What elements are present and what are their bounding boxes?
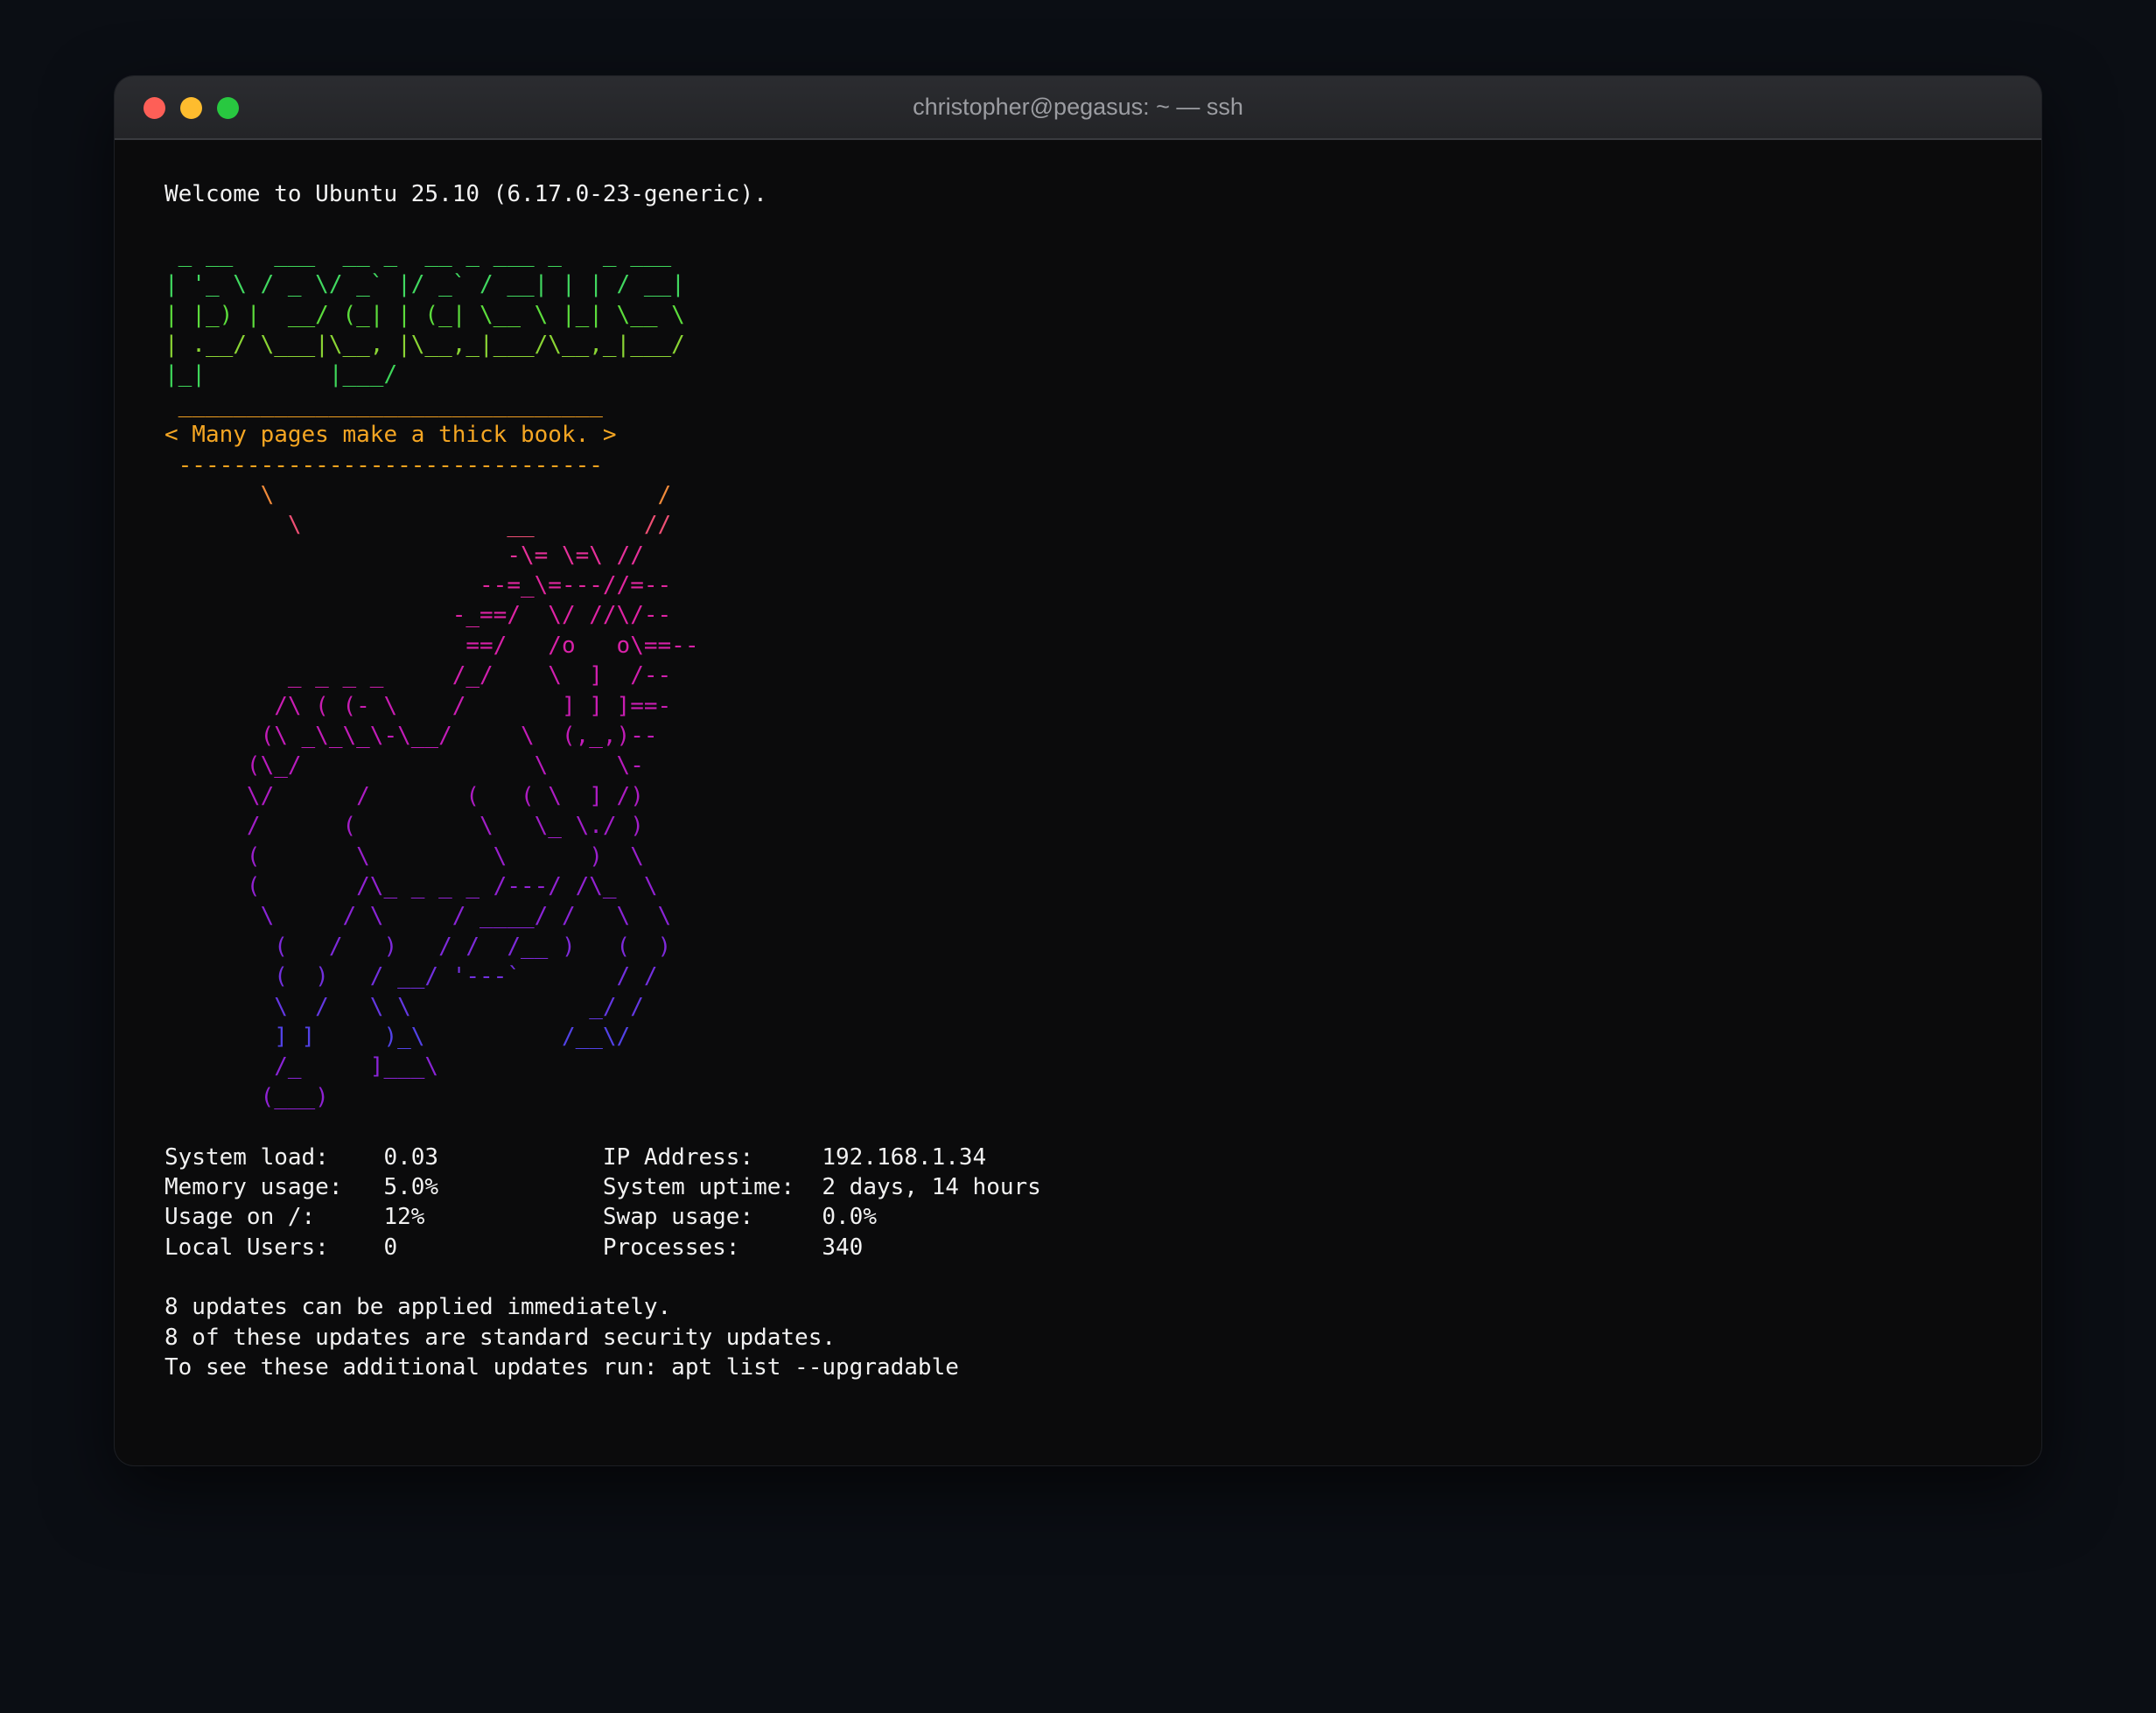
terminal-line: /_ ]___\ bbox=[164, 1053, 439, 1080]
terminal-line: \ / \ \ _/ / bbox=[164, 993, 644, 1020]
terminal-line: | '_ \ / _ \/ _` |/ _` / __| | | / __| bbox=[164, 271, 685, 298]
terminal-line: ( /\_ _ _ _ /---/ /\_ \ bbox=[164, 872, 658, 899]
terminal-line: 8 updates can be applied immediately. bbox=[164, 1294, 672, 1321]
terminal-line: \ / bbox=[164, 481, 672, 508]
terminal-line: ------------------------------- bbox=[164, 451, 603, 479]
terminal-line: --=_\=---//=-- bbox=[164, 572, 672, 599]
terminal-line: System load: 0.03 IP Address: 192.168.1.… bbox=[164, 1143, 987, 1171]
terminal-line: -_==/ \/ //\/-- bbox=[164, 602, 672, 629]
terminal-line: (\_/ \ \- bbox=[164, 752, 644, 780]
title-bar[interactable]: christopher@pegasus: ~ — ssh bbox=[115, 76, 2041, 140]
terminal-line: | .__/ \___|\__, |\__,_|___/\__,_|___/ bbox=[164, 331, 685, 358]
terminal-line: _ __ ___ __ _ __ _ ___ _ _ ___ bbox=[164, 241, 672, 268]
terminal-line: ( \ \ ) \ bbox=[164, 843, 644, 870]
terminal-line: (\ _\_\_\-\__/ \ (,_,)-- bbox=[164, 723, 658, 750]
terminal-line: ==/ /o o\==-- bbox=[164, 632, 699, 659]
terminal-line: < Many pages make a thick book. > bbox=[164, 422, 617, 449]
terminal-line: ( ) / __/ '---` / / bbox=[164, 963, 658, 990]
terminal-line: | |_) | __/ (_| | (_| \__ \ |_| \__ \ bbox=[164, 301, 685, 328]
terminal-line: / ( \ \_ \./ ) bbox=[164, 813, 644, 840]
terminal-line: ] ] )_\ /__\/ bbox=[164, 1023, 631, 1050]
terminal-line: Welcome to Ubuntu 25.10 (6.17.0-23-gener… bbox=[164, 181, 767, 207]
terminal-line: Local Users: 0 Processes: 340 bbox=[164, 1234, 864, 1261]
terminal-line: \ / \ / ____/ / \ \ bbox=[164, 903, 672, 930]
terminal-window[interactable]: christopher@pegasus: ~ — ssh Welcome to … bbox=[115, 76, 2041, 1465]
terminal-line: |_| |___/ bbox=[164, 361, 398, 388]
terminal-line: Usage on /: 12% Swap usage: 0.0% bbox=[164, 1204, 877, 1231]
terminal-line: 8 of these updates are standard security… bbox=[164, 1324, 836, 1351]
terminal-line: To see these additional updates run: apt… bbox=[164, 1354, 959, 1381]
terminal-line: (___) bbox=[164, 1083, 329, 1110]
terminal-line: ( / ) / / /__ ) ( ) bbox=[164, 933, 672, 960]
terminal-line: _______________________________ bbox=[164, 391, 603, 418]
terminal-line: \/ / ( ( \ ] /) bbox=[164, 782, 644, 809]
terminal-line: /\ ( (- \ / ] ] ]==- bbox=[164, 692, 672, 719]
terminal-output[interactable]: Welcome to Ubuntu 25.10 (6.17.0-23-gener… bbox=[164, 179, 2002, 1439]
terminal-line: Memory usage: 5.0% System uptime: 2 days… bbox=[164, 1173, 1041, 1200]
window-title: christopher@pegasus: ~ — ssh bbox=[913, 94, 1243, 120]
terminal-line: -\= \=\ // bbox=[164, 542, 644, 569]
terminal-line: \ __ // bbox=[164, 512, 672, 539]
terminal-line: _ _ _ _ /_/ \ ] /-- bbox=[164, 662, 672, 689]
